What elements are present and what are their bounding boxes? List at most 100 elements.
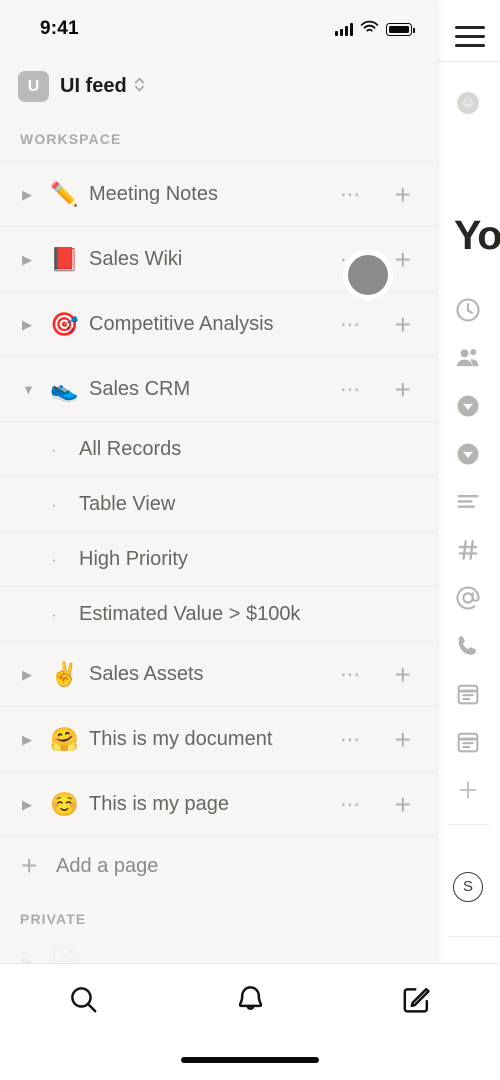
sidebar-item-label: Sales Assets: [89, 663, 204, 685]
page-panel: ☺ Yo S: [437, 0, 500, 963]
more-horizontal-icon[interactable]: ⋯: [340, 380, 362, 400]
nav-item-compose[interactable]: [333, 983, 500, 1021]
more-horizontal-icon[interactable]: ⋯: [340, 315, 362, 335]
workspace-switcher[interactable]: U UI feed: [0, 58, 437, 116]
people-icon: [454, 344, 482, 372]
more-horizontal-icon[interactable]: ⋯: [340, 795, 362, 815]
sidebar-subitem-label: Table View: [79, 493, 176, 515]
sidebar-item-competitive-analysis[interactable]: ▶ 🎯 Competitive Analysis ⋯ +: [0, 291, 437, 356]
property-row[interactable]: [437, 482, 500, 530]
more-horizontal-icon[interactable]: ⋯: [340, 185, 362, 205]
sidebar-item-label: Sales CRM: [89, 378, 191, 400]
triangle-right-icon[interactable]: ▶: [22, 188, 32, 201]
sidebar-subitem-estimated-value[interactable]: · Estimated Value > $100k: [0, 586, 437, 641]
more-horizontal-icon[interactable]: ⋯: [340, 730, 362, 750]
property-row[interactable]: [437, 626, 500, 674]
nav-item-notifications[interactable]: [167, 983, 334, 1021]
item-emoji: ✏️: [50, 181, 79, 207]
panel-divider: [449, 824, 490, 825]
at-sign-icon: [454, 584, 482, 612]
triangle-right-icon[interactable]: ▶: [22, 668, 32, 681]
sidebar-item-label: Competitive Analysis: [89, 313, 274, 335]
sidebar-item-label: This is my document: [89, 728, 273, 750]
triangle-right-icon[interactable]: ▶: [22, 733, 32, 746]
workspace-badge: U: [18, 71, 49, 102]
sidebar-item-sales-crm[interactable]: ▼ 👟 Sales CRM ⋯ +: [0, 356, 437, 421]
search-icon: [67, 983, 100, 1021]
triangle-right-icon[interactable]: ▶: [22, 318, 32, 331]
plus-icon[interactable]: +: [395, 790, 411, 820]
plus-icon[interactable]: +: [395, 180, 411, 210]
item-emoji: 👟: [50, 376, 79, 402]
avatar[interactable]: S: [453, 872, 483, 902]
plus-icon: [454, 776, 482, 804]
property-row[interactable]: [437, 290, 500, 338]
property-row[interactable]: [437, 674, 500, 722]
calendar-icon: [454, 680, 482, 708]
chevron-up-down-icon: [133, 75, 146, 99]
property-row[interactable]: [437, 386, 500, 434]
triangle-right-icon[interactable]: ▶: [22, 253, 32, 266]
workspace-name: UI feed: [60, 75, 127, 97]
nav-item-search[interactable]: [0, 983, 167, 1021]
sidebar-item-sales-assets[interactable]: ▶ ✌️ Sales Assets ⋯ +: [0, 641, 437, 706]
chevron-down-circle-icon: [454, 440, 482, 468]
page-properties-list: [437, 290, 500, 825]
status-time: 9:41: [40, 18, 79, 39]
bullet-icon: ·: [51, 550, 57, 569]
status-bar: 9:41: [0, 0, 437, 58]
add-page-button[interactable]: + Add a page: [0, 836, 437, 896]
compose-icon: [400, 983, 433, 1021]
sidebar-item-label: Sales Wiki: [89, 248, 183, 270]
sidebar-item-partial[interactable]: ▶ 📄: [0, 941, 437, 963]
triangle-right-icon: ▶: [22, 953, 32, 963]
clock-icon: [454, 296, 482, 324]
smiley-face-icon[interactable]: ☺: [457, 92, 479, 114]
triangle-right-icon[interactable]: ▶: [22, 798, 32, 811]
property-row[interactable]: [437, 530, 500, 578]
sidebar-subitem-label: High Priority: [79, 548, 188, 570]
item-emoji: 📕: [50, 246, 79, 272]
bullet-icon: ·: [51, 605, 57, 624]
item-emoji: ✌️: [50, 661, 79, 687]
section-header-workspace: WORKSPACE: [20, 130, 122, 147]
plus-icon[interactable]: +: [395, 375, 411, 405]
sidebar-item-label: Meeting Notes: [89, 183, 218, 205]
add-property-button[interactable]: [437, 770, 500, 818]
home-indicator: [181, 1057, 319, 1063]
page-topbar: [437, 0, 500, 62]
more-horizontal-icon[interactable]: ⋯: [340, 665, 362, 685]
hamburger-menu-icon[interactable]: [455, 26, 485, 47]
bottom-navigation: [0, 963, 500, 1080]
sidebar-item-this-is-my-page[interactable]: ▶ ☺️ This is my page ⋯ +: [0, 771, 437, 836]
bullet-icon: ·: [51, 440, 57, 459]
battery-full-icon: [386, 23, 415, 36]
hash-icon: [454, 536, 482, 564]
sidebar-subitem-label: All Records: [79, 438, 182, 460]
panel-divider: [449, 936, 500, 937]
sidebar-subitem-all-records[interactable]: · All Records: [0, 421, 437, 476]
status-icons: [335, 20, 415, 39]
plus-icon[interactable]: +: [395, 310, 411, 340]
property-row[interactable]: [437, 338, 500, 386]
page-title: Yo: [454, 212, 500, 258]
sidebar-subitem-table-view[interactable]: · Table View: [0, 476, 437, 531]
calendar-icon: [454, 728, 482, 756]
wifi-icon: [360, 20, 379, 39]
cellular-bars-icon: [335, 23, 353, 36]
sidebar-subitem-high-priority[interactable]: · High Priority: [0, 531, 437, 586]
sidebar-item-meeting-notes[interactable]: ▶ ✏️ Meeting Notes ⋯ +: [0, 161, 437, 226]
property-row[interactable]: [437, 578, 500, 626]
plus-icon: +: [21, 850, 38, 881]
plus-icon[interactable]: +: [395, 660, 411, 690]
sidebar-item-this-is-my-document[interactable]: ▶ 🤗 This is my document ⋯ +: [0, 706, 437, 771]
item-emoji: ☺️: [50, 791, 79, 817]
triangle-down-icon[interactable]: ▼: [22, 383, 35, 396]
property-row[interactable]: [437, 722, 500, 770]
phone-screen: ☺ Yo S 9:41 U UI feed WORKSPACE ▶ ✏️ Mee…: [0, 0, 500, 1080]
item-emoji: 🎯: [50, 311, 79, 337]
plus-icon[interactable]: +: [395, 245, 411, 275]
phone-icon: [454, 632, 482, 660]
property-row[interactable]: [437, 434, 500, 482]
plus-icon[interactable]: +: [395, 725, 411, 755]
